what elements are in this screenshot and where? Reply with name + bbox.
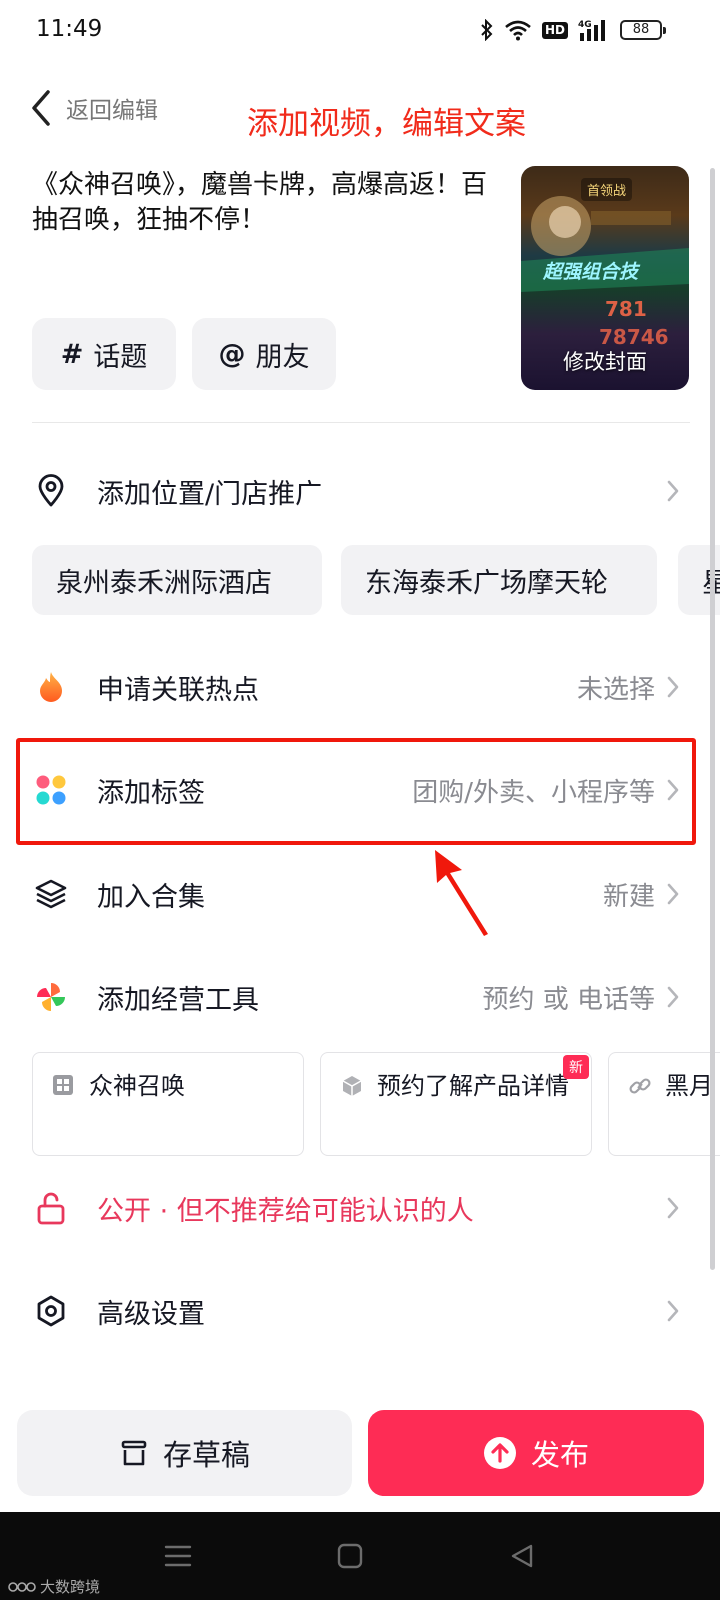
back-triangle-icon: [511, 1544, 533, 1568]
network-type: 4G: [578, 20, 592, 30]
location-suggestion[interactable]: 泉州泰禾洲际酒店: [32, 545, 322, 615]
back-label: 返回编辑: [66, 98, 158, 124]
highlight-box: [16, 738, 696, 845]
menu-nav-button[interactable]: [162, 1540, 194, 1572]
hotspot-label: 申请关联热点: [97, 674, 259, 706]
annotation-title: 添加视频，编辑文案: [247, 106, 526, 142]
save-draft-label: 存草稿: [162, 1438, 250, 1472]
advanced-settings-row[interactable]: 高级设置: [0, 1281, 720, 1341]
bluetooth-icon: [481, 19, 493, 41]
divider: [32, 422, 690, 423]
chevron-left-icon: [32, 90, 50, 126]
collection-label: 加入合集: [97, 881, 205, 913]
topic-label: 话题: [93, 341, 148, 373]
status-bar: 11:49 HD 4G 88: [0, 0, 720, 64]
back-to-edit-button[interactable]: 返回编辑: [30, 86, 158, 130]
location-pin-icon: [33, 473, 69, 509]
edit-cover-label: 修改封面: [563, 350, 647, 374]
location-label: 添加位置/门店推广: [97, 478, 323, 510]
watermark-logo-icon: [8, 1581, 36, 1592]
cover-art-number-1: 781: [605, 297, 647, 321]
system-navigation-bar: [0, 1512, 720, 1600]
battery-indicator: 88: [620, 20, 666, 40]
at-icon: @: [218, 338, 246, 370]
business-tools-label: 添加经营工具: [97, 984, 259, 1016]
back-nav-button[interactable]: [506, 1540, 538, 1572]
cover-badge: 首领战: [581, 178, 633, 201]
chevron-right-icon: [667, 1300, 679, 1322]
business-tools-row[interactable]: 添加经营工具 预约 或 电话等: [0, 967, 720, 1027]
friend-label: 朋友: [255, 341, 310, 373]
location-row[interactable]: 添加位置/门店推广: [0, 461, 720, 521]
signal-icon: 4G: [578, 20, 605, 41]
home-square-icon: [337, 1543, 363, 1569]
tool-card-label: 预约了解产品详情: [377, 1072, 569, 1100]
hotspot-value: 未选择: [576, 674, 655, 705]
business-tools-value: 预约 或 电话等: [482, 984, 655, 1015]
grid-icon: [53, 1075, 73, 1095]
chevron-right-icon: [667, 986, 679, 1008]
cover-thumbnail[interactable]: 超强组合技 781 78746 首领战 修改封面: [521, 166, 689, 390]
link-icon: [629, 1078, 651, 1094]
tool-card[interactable]: 黑月: [608, 1052, 720, 1156]
chevron-right-icon: [667, 1197, 679, 1219]
cover-art-text: 超强组合技: [542, 261, 641, 283]
wifi-icon: [505, 20, 531, 41]
new-badge: 新: [563, 1055, 589, 1079]
cube-icon: [342, 1076, 362, 1096]
advanced-settings-label: 高级设置: [97, 1298, 205, 1330]
watermark: 大数跨境: [8, 1576, 100, 1597]
privacy-label: 公开 · 但不推荐给可能认识的人: [97, 1195, 474, 1227]
tool-card-label: 众神召唤: [89, 1072, 185, 1100]
topic-chip[interactable]: # 话题: [32, 318, 176, 390]
home-nav-button[interactable]: [334, 1540, 366, 1572]
publish-button[interactable]: 发布: [368, 1410, 704, 1496]
chevron-right-icon: [667, 676, 679, 698]
pinwheel-icon: [33, 979, 69, 1015]
hotspot-row[interactable]: 申请关联热点 未选择: [0, 657, 720, 717]
status-time: 11:49: [36, 16, 103, 42]
caption-text[interactable]: 《众神召唤》，魔兽卡牌，高爆高返！百抽召唤，狂抽不停！: [32, 168, 492, 238]
draft-box-icon: [119, 1438, 149, 1468]
collection-row[interactable]: 加入合集 新建: [0, 864, 720, 924]
save-draft-button[interactable]: 存草稿: [17, 1410, 352, 1496]
location-suggestion[interactable]: 东海泰禾广场摩天轮: [341, 545, 657, 615]
layers-icon: [33, 876, 69, 912]
unlock-icon: [33, 1190, 69, 1226]
watermark-text: 大数跨境: [40, 1578, 101, 1596]
chevron-right-icon: [667, 480, 679, 502]
publish-label: 发布: [530, 1438, 589, 1472]
hd-badge: HD: [541, 21, 568, 39]
chevron-right-icon: [667, 883, 679, 905]
tool-card[interactable]: 众神召唤: [32, 1052, 304, 1156]
upload-arrow-icon: [483, 1436, 517, 1470]
flame-icon: [33, 669, 69, 705]
tool-card[interactable]: 预约了解产品详情 新: [320, 1052, 592, 1156]
scrollbar[interactable]: [710, 168, 715, 1270]
hexagon-settings-icon: [33, 1293, 69, 1329]
hashtag-icon: #: [60, 338, 84, 370]
collection-value: 新建: [602, 881, 655, 912]
privacy-row[interactable]: 公开 · 但不推荐给可能认识的人: [0, 1178, 720, 1238]
status-icons: HD 4G 88: [480, 18, 666, 42]
menu-icon: [164, 1545, 192, 1567]
friend-chip[interactable]: @ 朋友: [192, 318, 336, 390]
